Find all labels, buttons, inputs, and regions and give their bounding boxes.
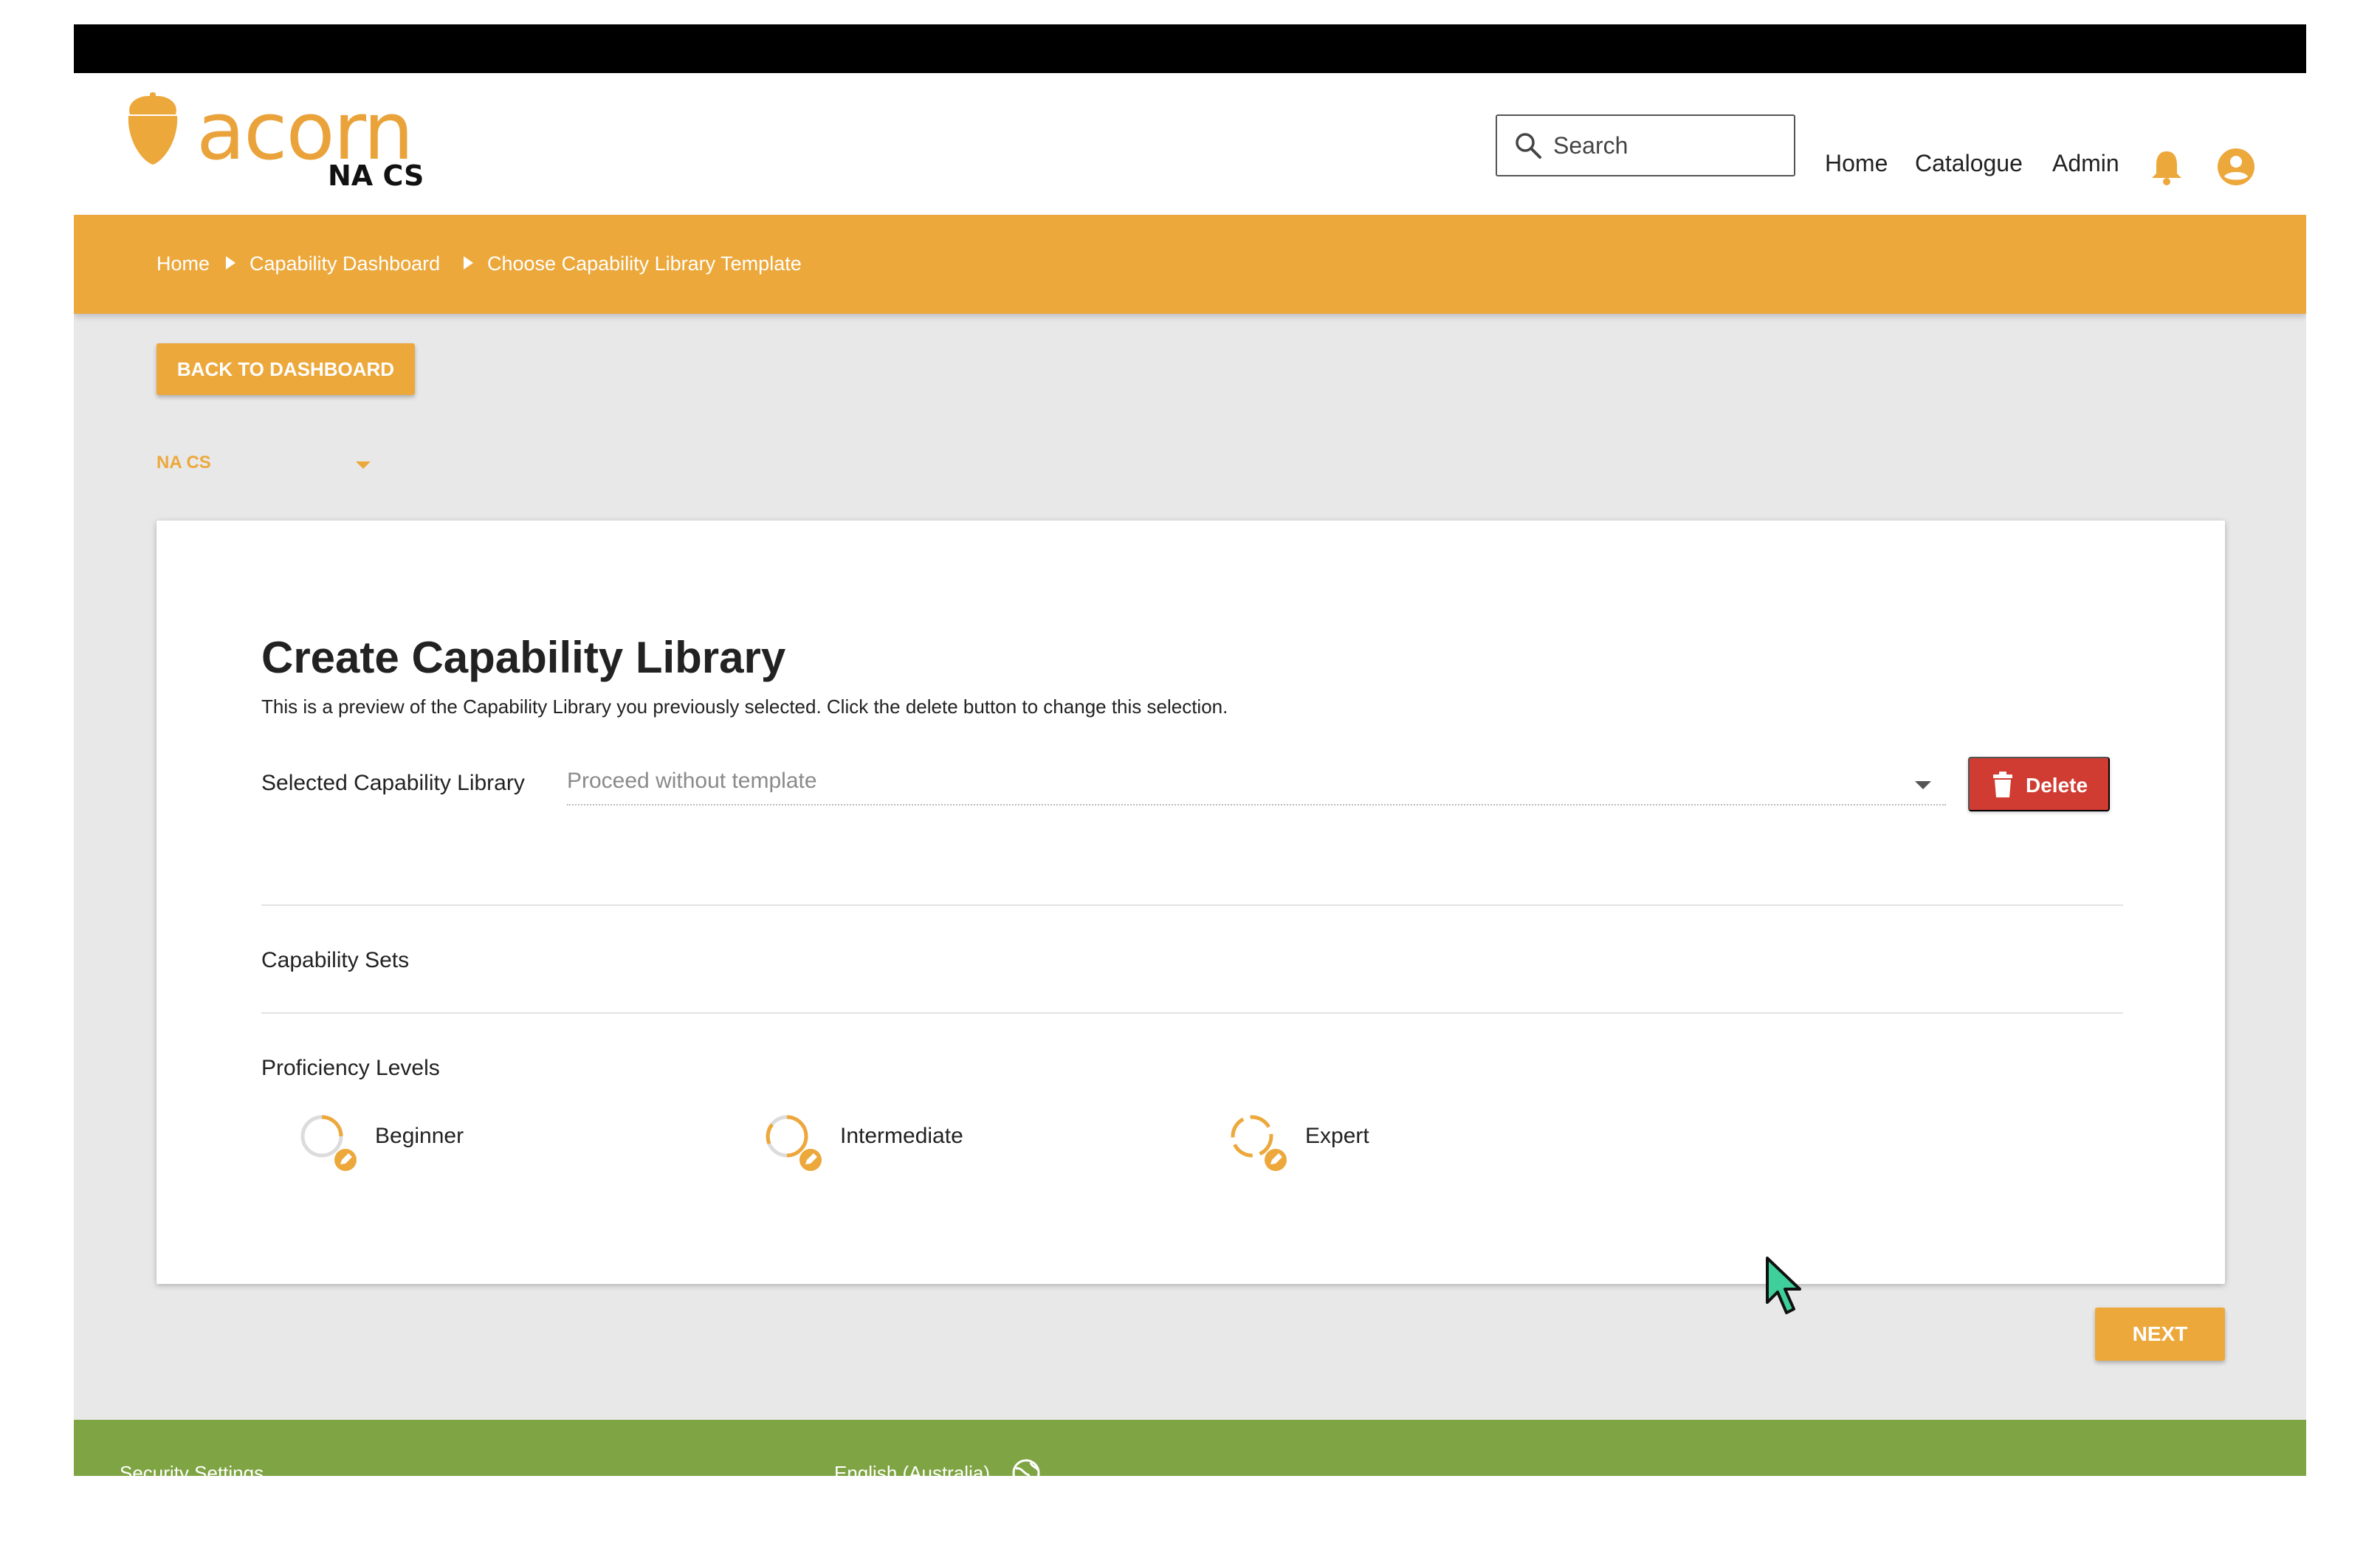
search-icon [1516, 133, 1541, 159]
section-divider [261, 1012, 2123, 1014]
delete-button-label: Delete [2026, 774, 2088, 797]
proficiency-level-beginner[interactable]: Beginner [297, 1111, 666, 1178]
acorn-icon [128, 92, 178, 165]
dropdown-arrow-icon [356, 461, 371, 469]
back-to-dashboard-button[interactable]: BACK TO DASHBOARD [157, 343, 415, 395]
selected-library-value: Proceed without template [567, 769, 817, 793]
trash-icon [1993, 772, 2012, 797]
page-description: This is a preview of the Capability Libr… [261, 695, 1228, 718]
app-window: acorn NA CS Home Catalogue Admin Home Ca… [74, 24, 2306, 1476]
expert-level-icon [1231, 1115, 1287, 1171]
search-input[interactable] [1553, 126, 1782, 165]
next-button[interactable]: NEXT [2095, 1308, 2225, 1361]
header: acorn NA CS Home Catalogue Admin [74, 73, 2306, 215]
footer: Security Settings English (Australia) [74, 1420, 2306, 1476]
account-circle-icon[interactable] [2216, 147, 2256, 187]
breadcrumb: Home Capability Dashboard Choose Capabil… [74, 215, 2306, 314]
nav-catalogue-link[interactable]: Catalogue [1915, 148, 2023, 178]
beginner-level-icon [300, 1115, 357, 1171]
organisation-dropdown[interactable]: NA CS [157, 450, 371, 484]
nav-admin-link[interactable]: Admin [2052, 148, 2119, 178]
create-library-card: Create Capability Library This is a prev… [157, 521, 2225, 1284]
search-field[interactable] [1496, 114, 1795, 176]
breadcrumb-home[interactable]: Home [157, 250, 210, 277]
section-divider [261, 904, 2123, 906]
intermediate-level-icon [766, 1115, 822, 1171]
logo-org-name: NA CS [328, 159, 424, 192]
proficiency-level-expert[interactable]: Expert [1227, 1111, 1596, 1178]
breadcrumb-capability-dashboard[interactable]: Capability Dashboard [250, 250, 440, 277]
delete-button[interactable]: Delete [1968, 757, 2110, 811]
capability-sets-heading: Capability Sets [261, 948, 410, 972]
breadcrumb-separator-icon [464, 256, 473, 269]
dropdown-arrow-icon [1915, 781, 1931, 789]
organisation-dropdown-value: NA CS [157, 453, 211, 473]
proficiency-levels-heading: Proficiency Levels [261, 1056, 440, 1080]
mouse-cursor-icon [1766, 1257, 1801, 1314]
bell-icon[interactable] [2150, 148, 2184, 187]
page-title: Create Capability Library [261, 633, 786, 682]
globe-icon[interactable] [1011, 1458, 1041, 1476]
proficiency-level-intermediate[interactable]: Intermediate [762, 1111, 1131, 1178]
proficiency-level-label: Beginner [375, 1124, 464, 1148]
acorn-logo[interactable]: acorn NA CS [120, 88, 430, 196]
proficiency-level-label: Intermediate [840, 1124, 963, 1148]
breadcrumb-current-page: Choose Capability Library Template [487, 253, 802, 275]
selected-library-label: Selected Capability Library [261, 771, 525, 795]
proficiency-level-label: Expert [1305, 1124, 1369, 1148]
language-selector[interactable]: English (Australia) [834, 1460, 990, 1476]
security-settings-link[interactable]: Security Settings [120, 1460, 264, 1476]
breadcrumb-separator-icon [226, 256, 235, 269]
nav-home-link[interactable]: Home [1825, 148, 1888, 178]
top-black-bar [74, 24, 2306, 73]
selected-library-dropdown[interactable]: Proceed without template [567, 761, 1946, 806]
